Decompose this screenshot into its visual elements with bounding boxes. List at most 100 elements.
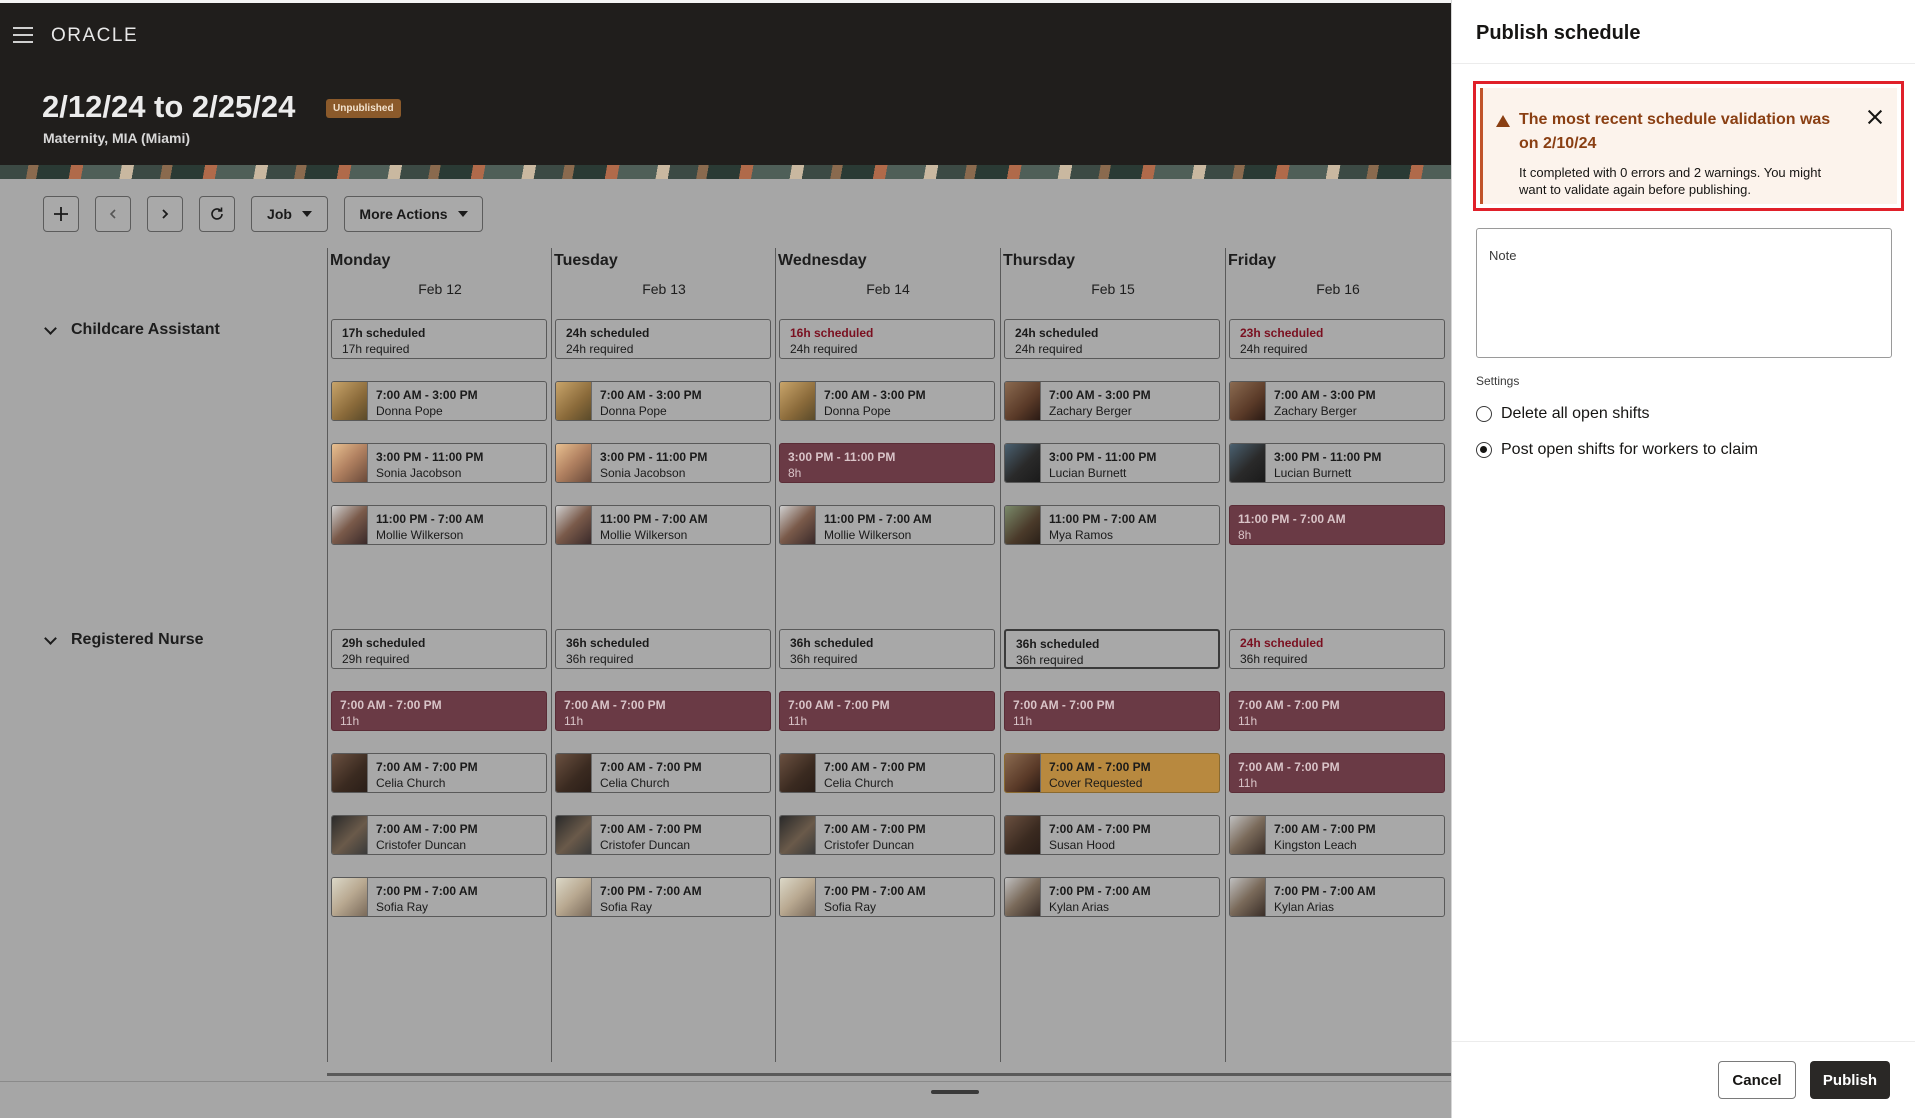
- day-name: Thursday: [1003, 252, 1076, 269]
- shift-details: 7:00 AM - 7:00 PM Cover Requested: [1041, 754, 1151, 792]
- coverage-summary[interactable]: 24h scheduled 36h required: [1229, 629, 1445, 669]
- shift-card[interactable]: 7:00 PM - 7:00 AM Kylan Arias: [1229, 877, 1445, 917]
- shift-card[interactable]: 7:00 AM - 3:00 PM Donna Pope: [779, 381, 995, 421]
- group-toggle-childcare-assistant[interactable]: Childcare Assistant: [44, 321, 220, 339]
- open-shift-card[interactable]: 7:00 AM - 7:00 PM 11h: [1229, 691, 1445, 731]
- shift-card[interactable]: 7:00 PM - 7:00 AM Sofia Ray: [555, 877, 771, 917]
- shift-card[interactable]: 7:00 AM - 3:00 PM Donna Pope: [331, 381, 547, 421]
- open-shift-card[interactable]: 7:00 AM - 7:00 PM 11h: [1004, 691, 1220, 731]
- avatar: [556, 506, 592, 544]
- shift-card[interactable]: 11:00 PM - 7:00 AM Mollie Wilkerson: [331, 505, 547, 545]
- divider: [1452, 1041, 1915, 1042]
- shift-card[interactable]: 7:00 PM - 7:00 AM Kylan Arias: [1004, 877, 1220, 917]
- radio-post-open-shifts[interactable]: Post open shifts for workers to claim: [1476, 441, 1758, 459]
- cover-requested-shift-card[interactable]: 7:00 AM - 7:00 PM Cover Requested: [1004, 753, 1220, 793]
- shift-card[interactable]: 7:00 PM - 7:00 AM Sofia Ray: [779, 877, 995, 917]
- close-icon[interactable]: [1863, 106, 1887, 130]
- open-shift-card[interactable]: 7:00 AM - 7:00 PM 11h: [331, 691, 547, 731]
- day-date: Feb 16: [1316, 281, 1360, 297]
- horizontal-scrollbar[interactable]: [327, 1073, 1451, 1076]
- worker-name: Celia Church: [824, 776, 894, 790]
- shift-card[interactable]: 3:00 PM - 11:00 PM Lucian Burnett: [1004, 443, 1220, 483]
- open-shift-card[interactable]: 7:00 AM - 7:00 PM 11h: [555, 691, 771, 731]
- shift-card[interactable]: 7:00 AM - 7:00 PM Cristofer Duncan: [555, 815, 771, 855]
- coverage-summary[interactable]: 23h scheduled 24h required: [1229, 319, 1445, 359]
- chevron-down-icon: [44, 321, 57, 335]
- worker-name: Sofia Ray: [376, 900, 429, 914]
- shift-card[interactable]: 7:00 AM - 7:00 PM Celia Church: [779, 753, 995, 793]
- open-shift-card[interactable]: 7:00 AM - 7:00 PM 11h: [1229, 753, 1445, 793]
- previous-button[interactable]: [95, 196, 131, 232]
- shift-card[interactable]: 3:00 PM - 11:00 PM Lucian Burnett: [1229, 443, 1445, 483]
- refresh-button[interactable]: [199, 196, 235, 232]
- required-hours: 36h required: [1240, 652, 1308, 666]
- note-field[interactable]: Note: [1476, 228, 1892, 358]
- coverage-summary[interactable]: 24h scheduled 24h required: [555, 319, 771, 359]
- coverage-summary[interactable]: 29h scheduled 29h required: [331, 629, 547, 669]
- coverage-summary[interactable]: 24h scheduled 24h required: [1004, 319, 1220, 359]
- radio-button-selected[interactable]: [1476, 442, 1492, 458]
- coverage-summary[interactable]: 16h scheduled 24h required: [779, 319, 995, 359]
- worker-name: Lucian Burnett: [1049, 466, 1127, 480]
- hamburger-menu-icon[interactable]: [13, 27, 33, 43]
- next-button[interactable]: [147, 196, 183, 232]
- worker-name: Sofia Ray: [600, 900, 653, 914]
- shift-card[interactable]: 7:00 AM - 3:00 PM Zachary Berger: [1229, 381, 1445, 421]
- shift-details: 7:00 AM - 3:00 PM Donna Pope: [592, 382, 702, 420]
- group-toggle-registered-nurse[interactable]: Registered Nurse: [44, 631, 204, 649]
- note-input[interactable]: [1487, 271, 1881, 349]
- divider: [1452, 63, 1915, 64]
- shift-time: 11:00 PM - 7:00 AM: [824, 512, 932, 526]
- more-actions-dropdown[interactable]: More Actions: [344, 196, 483, 232]
- chevron-left-icon: [109, 209, 116, 219]
- decorative-banner: [0, 165, 1451, 179]
- shift-card[interactable]: 7:00 AM - 7:00 PM Kingston Leach: [1229, 815, 1445, 855]
- avatar: [556, 878, 592, 916]
- shift-details: 7:00 AM - 7:00 PM Celia Church: [592, 754, 702, 792]
- shift-card[interactable]: 3:00 PM - 11:00 PM Sonia Jacobson: [555, 443, 771, 483]
- cancel-button[interactable]: Cancel: [1718, 1061, 1796, 1099]
- shift-card[interactable]: 7:00 AM - 3:00 PM Donna Pope: [555, 381, 771, 421]
- shift-time: 7:00 AM - 3:00 PM: [376, 388, 478, 402]
- shift-card[interactable]: 7:00 AM - 7:00 PM Celia Church: [331, 753, 547, 793]
- shift-card[interactable]: 7:00 AM - 7:00 PM Cristofer Duncan: [779, 815, 995, 855]
- required-hours: 24h required: [566, 342, 634, 356]
- coverage-summary[interactable]: 36h scheduled 36h required: [779, 629, 995, 669]
- open-shift-card[interactable]: 3:00 PM - 11:00 PM 8h: [779, 443, 995, 483]
- avatar: [1005, 878, 1041, 916]
- publish-button[interactable]: Publish: [1810, 1061, 1890, 1099]
- shift-details: 11:00 PM - 7:00 AM Mya Ramos: [1041, 506, 1157, 544]
- worker-name: Zachary Berger: [1049, 404, 1132, 418]
- open-shift-card[interactable]: 7:00 AM - 7:00 PM 11h: [779, 691, 995, 731]
- add-button[interactable]: [43, 196, 79, 232]
- shift-card[interactable]: 7:00 AM - 7:00 PM Cristofer Duncan: [331, 815, 547, 855]
- shift-time: 7:00 AM - 7:00 PM: [1274, 822, 1376, 836]
- day-name: Monday: [330, 252, 391, 269]
- worker-name: Celia Church: [600, 776, 670, 790]
- radio-label: Delete all open shifts: [1501, 405, 1650, 422]
- shift-card[interactable]: 11:00 PM - 7:00 AM Mya Ramos: [1004, 505, 1220, 545]
- shift-card[interactable]: 7:00 AM - 3:00 PM Zachary Berger: [1004, 381, 1220, 421]
- shift-card[interactable]: 3:00 PM - 11:00 PM Sonia Jacobson: [331, 443, 547, 483]
- radio-delete-open-shifts[interactable]: Delete all open shifts: [1476, 405, 1650, 423]
- coverage-summary[interactable]: 17h scheduled 17h required: [331, 319, 547, 359]
- avatar: [1005, 754, 1041, 792]
- open-shift-card[interactable]: 11:00 PM - 7:00 AM 8h: [1229, 505, 1445, 545]
- avatar: [1230, 382, 1266, 420]
- shift-card[interactable]: 11:00 PM - 7:00 AM Mollie Wilkerson: [779, 505, 995, 545]
- required-hours: 24h required: [1015, 342, 1083, 356]
- coverage-summary[interactable]: 36h scheduled 36h required: [555, 629, 771, 669]
- shift-details: 7:00 PM - 7:00 AM Kylan Arias: [1266, 878, 1376, 916]
- job-dropdown[interactable]: Job: [251, 196, 328, 232]
- shift-card[interactable]: 7:00 AM - 7:00 PM Susan Hood: [1004, 815, 1220, 855]
- shift-time: 11:00 PM - 7:00 AM: [1049, 512, 1157, 526]
- shift-time: 7:00 PM - 7:00 AM: [1274, 884, 1376, 898]
- shift-card[interactable]: 7:00 PM - 7:00 AM Sofia Ray: [331, 877, 547, 917]
- scheduled-hours: 29h scheduled: [342, 636, 426, 650]
- shift-card[interactable]: 11:00 PM - 7:00 AM Mollie Wilkerson: [555, 505, 771, 545]
- radio-button[interactable]: [1476, 406, 1492, 422]
- drag-handle[interactable]: [931, 1090, 979, 1094]
- shift-card[interactable]: 7:00 AM - 7:00 PM Celia Church: [555, 753, 771, 793]
- schedule-location: Maternity, MIA (Miami): [43, 130, 191, 146]
- coverage-summary[interactable]: 36h scheduled 36h required: [1004, 629, 1220, 669]
